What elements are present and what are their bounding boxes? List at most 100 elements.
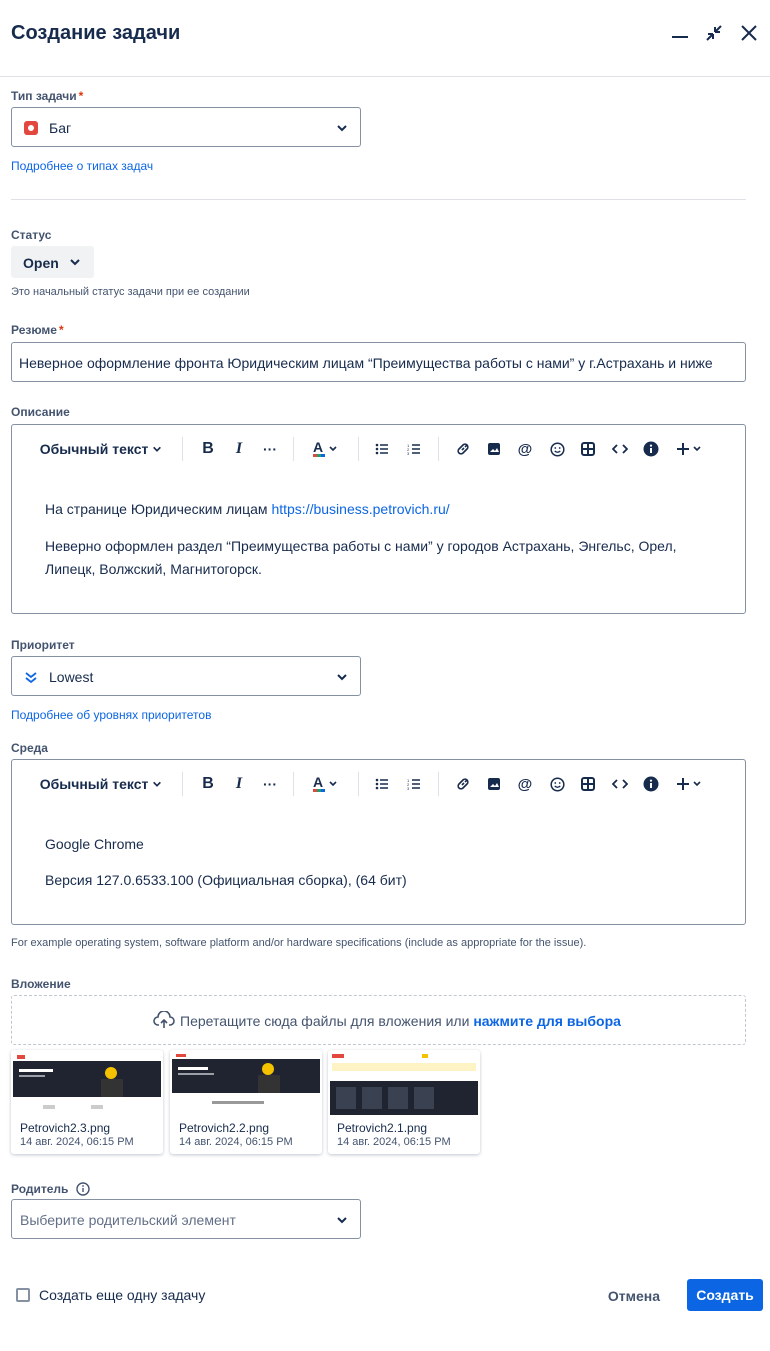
summary-value: Неверное оформление фронта Юридическим л… xyxy=(19,355,713,371)
priority-lowest-icon xyxy=(25,672,37,684)
attachment-file-name: Petrovich2.3.png xyxy=(20,1121,111,1135)
cancel-button[interactable]: Отмена xyxy=(600,1280,668,1312)
environment-label: Среда xyxy=(11,741,48,755)
collapse-icon[interactable] xyxy=(703,22,725,44)
parent-placeholder: Выберите родительский элемент xyxy=(20,1212,236,1228)
attachment-preview-image xyxy=(13,1053,161,1115)
chevron-down-icon xyxy=(153,781,162,787)
chevron-down-icon xyxy=(337,125,347,132)
issue-type-select[interactable]: Баг xyxy=(11,107,361,147)
section-divider xyxy=(11,199,746,200)
description-paragraph-2: Неверно оформлен раздел “Преимущества ра… xyxy=(45,538,677,577)
description-label: Описание xyxy=(11,405,70,419)
chevron-down-icon xyxy=(337,674,347,681)
create-another-label[interactable]: Создать еще одну задачу xyxy=(39,1287,205,1303)
table-icon[interactable] xyxy=(578,439,598,459)
svg-text:3: 3 xyxy=(407,451,410,455)
dialog-header: Создание задачи xyxy=(0,0,770,77)
editor-toolbar: Обычный текст B I ··· A 123 @ xyxy=(12,760,745,808)
link-icon[interactable] xyxy=(453,774,473,794)
image-icon[interactable] xyxy=(484,774,504,794)
issue-type-label: Тип задачи * xyxy=(11,89,84,103)
environment-line-2: Версия 127.0.6533.100 (Официальная сборк… xyxy=(45,872,407,888)
create-button[interactable]: Создать xyxy=(687,1279,763,1311)
chevron-down-icon xyxy=(153,446,162,452)
more-formatting-icon[interactable]: ··· xyxy=(260,439,280,459)
italic-icon[interactable]: I xyxy=(229,774,249,794)
bullet-list-icon[interactable] xyxy=(372,774,392,794)
bullet-list-icon[interactable] xyxy=(372,439,392,459)
attachment-file-date: 14 авг. 2024, 06:15 PM xyxy=(337,1136,451,1148)
insert-more-icon[interactable] xyxy=(675,439,705,459)
text-color-icon[interactable]: A xyxy=(308,774,342,794)
parent-select[interactable]: Выберите родительский элемент xyxy=(11,1199,361,1239)
text-style-dropdown[interactable]: Обычный текст xyxy=(39,439,163,459)
minimize-icon[interactable] xyxy=(669,22,691,44)
status-hint: Это начальный статус задачи при ее созда… xyxy=(11,286,250,298)
close-icon[interactable] xyxy=(738,22,760,44)
bug-icon xyxy=(24,121,38,135)
editor-toolbar: Обычный текст B I ··· A 123 @ xyxy=(12,425,745,473)
svg-text:3: 3 xyxy=(407,786,410,790)
numbered-list-icon[interactable]: 123 xyxy=(404,774,424,794)
description-paragraph-1: На странице Юридическим лицам https://bu… xyxy=(45,501,450,517)
attachment-file-date: 14 авг. 2024, 06:15 PM xyxy=(20,1136,134,1148)
priority-label: Приоритет xyxy=(11,638,75,652)
environment-line-1: Google Chrome xyxy=(45,836,144,852)
issue-type-value: Баг xyxy=(49,120,72,136)
attachment-file-date: 14 авг. 2024, 06:15 PM xyxy=(179,1136,293,1148)
attachment-thumbnail[interactable]: Petrovich2.2.png 14 авг. 2024, 06:15 PM xyxy=(170,1050,322,1154)
text-color-icon[interactable]: A xyxy=(308,439,342,459)
priority-select[interactable]: Lowest xyxy=(11,656,361,696)
status-label: Статус xyxy=(11,228,52,242)
insert-more-icon[interactable] xyxy=(675,774,705,794)
upload-cloud-icon xyxy=(153,1011,175,1028)
mention-icon[interactable]: @ xyxy=(515,774,535,794)
attachment-thumbnail[interactable]: Petrovich2.3.png 14 авг. 2024, 06:15 PM xyxy=(11,1050,163,1154)
dialog-title: Создание задачи xyxy=(11,22,181,44)
info-icon[interactable] xyxy=(76,1182,90,1196)
summary-label: Резюме * xyxy=(11,323,64,337)
italic-icon[interactable]: I xyxy=(229,439,249,459)
image-icon[interactable] xyxy=(484,439,504,459)
description-link[interactable]: https://business.petrovich.ru/ xyxy=(271,501,449,517)
attachment-preview-image xyxy=(172,1053,320,1115)
info-panel-icon[interactable] xyxy=(641,774,661,794)
description-editor[interactable]: Обычный текст B I ··· A 123 @ На страниц… xyxy=(11,424,746,614)
environment-hint: For example operating system, software p… xyxy=(11,937,587,949)
create-another-checkbox[interactable] xyxy=(16,1288,30,1302)
attachment-label: Вложение xyxy=(11,977,71,991)
parent-label: Родитель xyxy=(11,1182,90,1196)
emoji-icon[interactable] xyxy=(547,774,567,794)
bold-icon[interactable]: B xyxy=(198,439,218,459)
dropzone-text: Перетащите сюда файлы для вложения или н… xyxy=(180,1013,621,1029)
environment-editor[interactable]: Обычный текст B I ··· A 123 @ Google Chr… xyxy=(11,759,746,925)
status-value: Open xyxy=(23,255,59,271)
attachment-file-name: Petrovich2.2.png xyxy=(179,1121,270,1135)
priority-help-link[interactable]: Подробнее об уровнях приоритетов xyxy=(11,708,211,722)
attachment-thumbnail[interactable]: Petrovich2.1.png 14 авг. 2024, 06:15 PM xyxy=(328,1050,480,1154)
status-button[interactable]: Open xyxy=(11,246,94,278)
table-icon[interactable] xyxy=(578,774,598,794)
issue-types-help-link[interactable]: Подробнее о типах задач xyxy=(11,159,153,173)
browse-files-link[interactable]: нажмите для выбора xyxy=(473,1013,621,1029)
svg-text:A: A xyxy=(313,440,323,455)
more-formatting-icon[interactable]: ··· xyxy=(260,774,280,794)
chevron-down-icon xyxy=(337,1217,347,1224)
attachment-preview-image xyxy=(330,1053,478,1115)
attachment-dropzone[interactable]: Перетащите сюда файлы для вложения или н… xyxy=(11,995,746,1045)
text-style-dropdown[interactable]: Обычный текст xyxy=(39,774,163,794)
summary-input[interactable]: Неверное оформление фронта Юридическим л… xyxy=(11,342,746,382)
numbered-list-icon[interactable]: 123 xyxy=(404,439,424,459)
emoji-icon[interactable] xyxy=(547,439,567,459)
priority-value: Lowest xyxy=(49,669,94,685)
info-panel-icon[interactable] xyxy=(641,439,661,459)
attachment-file-name: Petrovich2.1.png xyxy=(337,1121,428,1135)
code-icon[interactable] xyxy=(610,774,630,794)
svg-text:A: A xyxy=(313,775,323,790)
mention-icon[interactable]: @ xyxy=(515,439,535,459)
link-icon[interactable] xyxy=(453,439,473,459)
bold-icon[interactable]: B xyxy=(198,774,218,794)
chevron-down-icon xyxy=(70,259,80,266)
code-icon[interactable] xyxy=(610,439,630,459)
